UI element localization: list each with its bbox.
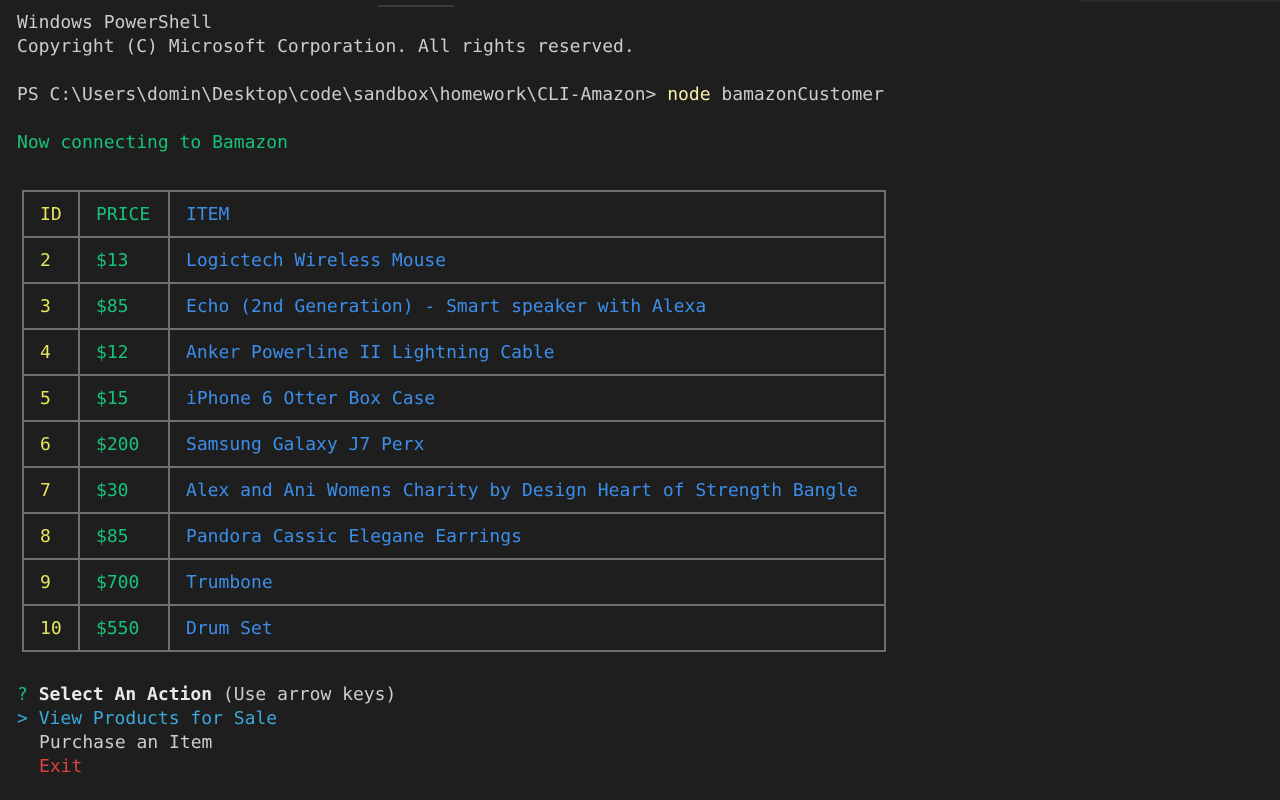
row-item: iPhone 6 Otter Box Case xyxy=(168,374,886,422)
menu-question: Select An Action xyxy=(38,684,213,705)
menu-option-label: View Products for Sale xyxy=(38,708,278,729)
row-price: $12 xyxy=(78,328,170,376)
row-item: Anker Powerline II Lightning Cable xyxy=(168,328,886,376)
row-price: $85 xyxy=(78,512,170,560)
header-price: PRICE xyxy=(78,190,170,238)
row-item: Samsung Galaxy J7 Perx xyxy=(168,420,886,468)
row-id: 9 xyxy=(22,558,80,606)
table-row: 8 $85 Pandora Cassic Elegane Earrings xyxy=(22,512,886,560)
table-row: 5 $15 iPhone 6 Otter Box Case xyxy=(22,374,886,422)
banner-title: Windows PowerShell xyxy=(17,12,213,33)
row-price: $30 xyxy=(78,466,170,514)
banner-copyright: Copyright (C) Microsoft Corporation. All… xyxy=(17,36,635,57)
pointer-icon: > xyxy=(17,708,28,729)
prompt-line: PS C:\Users\domin\Desktop\code\sandbox\h… xyxy=(17,83,884,107)
row-item: Echo (2nd Generation) - Smart speaker wi… xyxy=(168,282,886,330)
table-row: 3 $85 Echo (2nd Generation) - Smart spea… xyxy=(22,282,886,330)
table-row: 10 $550 Drum Set xyxy=(22,604,886,652)
prompt-path: PS C:\Users\domin\Desktop\code\sandbox\h… xyxy=(17,84,668,105)
command-name: node xyxy=(667,84,711,105)
table-row: 6 $200 Samsung Galaxy J7 Perx xyxy=(22,420,886,468)
header-id: ID xyxy=(22,190,80,238)
row-price: $550 xyxy=(78,604,170,652)
menu-option-purchase-item[interactable]: Purchase an Item xyxy=(39,731,212,755)
menu-question-line: ? Select An Action (Use arrow keys) xyxy=(17,683,396,707)
row-id: 6 xyxy=(22,420,80,468)
products-table: ID PRICE ITEM 2 $13 Logictech Wireless M… xyxy=(22,190,886,652)
menu-option-view-products[interactable]: > View Products for Sale xyxy=(17,707,277,731)
table-row: 9 $700 Trumbone xyxy=(22,558,886,606)
row-item: Alex and Ani Womens Charity by Design He… xyxy=(168,466,886,514)
tab-indicator xyxy=(378,5,454,7)
row-id: 8 xyxy=(22,512,80,560)
row-item: Logictech Wireless Mouse xyxy=(168,236,886,284)
table-header-row: ID PRICE ITEM xyxy=(22,190,886,238)
table-row: 7 $30 Alex and Ani Womens Charity by Des… xyxy=(22,466,886,514)
header-item: ITEM xyxy=(168,190,886,238)
row-item: Pandora Cassic Elegane Earrings xyxy=(168,512,886,560)
row-item: Trumbone xyxy=(168,558,886,606)
window-corner-bar xyxy=(1081,0,1280,2)
row-id: 3 xyxy=(22,282,80,330)
table-row: 4 $12 Anker Powerline II Lightning Cable xyxy=(22,328,886,376)
table-row: 2 $13 Logictech Wireless Mouse xyxy=(22,236,886,284)
row-id: 7 xyxy=(22,466,80,514)
row-price: $15 xyxy=(78,374,170,422)
connecting-message: Now connecting to Bamazon xyxy=(17,132,288,153)
row-id: 10 xyxy=(22,604,80,652)
row-price: $85 xyxy=(78,282,170,330)
menu-option-exit[interactable]: Exit xyxy=(39,755,82,779)
command-args: bamazonCustomer xyxy=(710,84,884,105)
row-price: $13 xyxy=(78,236,170,284)
row-price: $700 xyxy=(78,558,170,606)
row-item: Drum Set xyxy=(168,604,886,652)
question-mark-icon: ? xyxy=(17,684,28,705)
row-id: 4 xyxy=(22,328,80,376)
row-id: 2 xyxy=(22,236,80,284)
row-id: 5 xyxy=(22,374,80,422)
menu-hint: (Use arrow keys) xyxy=(222,684,397,705)
row-price: $200 xyxy=(78,420,170,468)
